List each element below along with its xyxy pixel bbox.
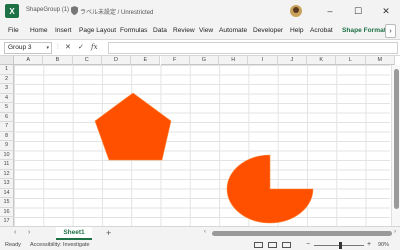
maximize-button[interactable]: ☐: [344, 0, 372, 22]
prev-sheet-icon[interactable]: ‹: [14, 229, 16, 236]
title-bar: X ShapeGroup (1) ラベル未設定 / Unrestricted –…: [0, 0, 400, 22]
pie-shape[interactable]: [226, 154, 314, 224]
drawing-layer: [94, 92, 314, 224]
sensitivity-label[interactable]: ラベル未設定 / Unrestricted: [80, 7, 153, 16]
accessibility-status[interactable]: Accessibility: Investigate: [30, 242, 90, 248]
page-layout-view-icon[interactable]: [268, 242, 277, 248]
zoom-level[interactable]: 90%: [378, 242, 389, 248]
worksheet-grid: ABCDEFGHIJKLM 12345678910111213141516171…: [0, 56, 400, 226]
excel-app-icon: X: [5, 4, 19, 18]
document-title: ShapeGroup (1): [26, 7, 70, 13]
chevron-down-icon[interactable]: ▾: [46, 43, 49, 53]
tab-shape-format[interactable]: Shape Format: [342, 27, 386, 34]
tab-acrobat[interactable]: Acrobat: [310, 27, 333, 34]
tab-page-layout[interactable]: Page Layout: [79, 27, 116, 34]
sheet-tab-sheet1[interactable]: Sheet1: [56, 227, 92, 240]
sheet-tab-bar: ‹ › Sheet1 + ‹ ›: [0, 226, 400, 240]
status-bar: Ready Accessibility: Investigate − + 90%: [0, 240, 400, 250]
vertical-scrollbar[interactable]: [391, 65, 400, 226]
normal-view-icon[interactable]: [254, 242, 263, 248]
tab-view[interactable]: View: [199, 27, 213, 34]
tab-developer[interactable]: Developer: [253, 27, 283, 34]
formula-bar-separator-icon: ⋮: [55, 44, 61, 50]
insert-function-button[interactable]: fx: [91, 43, 98, 51]
pentagon-shape[interactable]: [94, 92, 172, 161]
vertical-scroll-thumb[interactable]: [394, 69, 399, 209]
tab-automate[interactable]: Automate: [219, 27, 247, 34]
zoom-in-icon[interactable]: +: [367, 241, 371, 248]
scroll-right-icon[interactable]: ›: [394, 229, 396, 235]
page-break-view-icon[interactable]: [282, 242, 291, 248]
tab-formulas[interactable]: Formulas: [120, 27, 147, 34]
sensitivity-shield-icon[interactable]: [71, 6, 78, 15]
ribbon-tabs: File Home Insert Page Layout Formulas Da…: [0, 22, 400, 40]
cancel-icon[interactable]: ✕: [65, 43, 71, 51]
formula-bar: Group 3 ▾ ⋮ ✕ ✓ fx: [0, 40, 400, 56]
tab-help[interactable]: Help: [290, 27, 304, 34]
formula-input[interactable]: [108, 42, 398, 54]
ribbon-scroll-right-icon[interactable]: ›: [385, 24, 396, 38]
next-sheet-icon[interactable]: ›: [28, 229, 30, 236]
name-box-value: Group 3: [8, 44, 32, 51]
name-box[interactable]: Group 3 ▾: [4, 42, 52, 54]
tab-home[interactable]: Home: [30, 27, 48, 34]
tab-review[interactable]: Review: [173, 27, 195, 34]
zoom-slider-knob[interactable]: [339, 242, 342, 249]
excel-window: X ShapeGroup (1) ラベル未設定 / Unrestricted –…: [0, 0, 400, 250]
scroll-left-icon[interactable]: ‹: [204, 229, 206, 235]
minimize-button[interactable]: –: [316, 0, 344, 22]
user-avatar[interactable]: [290, 5, 302, 17]
enter-icon[interactable]: ✓: [78, 43, 84, 51]
close-button[interactable]: ✕: [372, 0, 400, 22]
status-ready: Ready: [5, 242, 21, 248]
tab-file[interactable]: File: [8, 27, 19, 34]
tab-data[interactable]: Data: [153, 27, 167, 34]
zoom-out-icon[interactable]: −: [306, 241, 310, 248]
tab-insert[interactable]: Insert: [55, 27, 72, 34]
horizontal-scroll-thumb[interactable]: [212, 231, 392, 236]
add-sheet-button[interactable]: +: [106, 228, 111, 238]
